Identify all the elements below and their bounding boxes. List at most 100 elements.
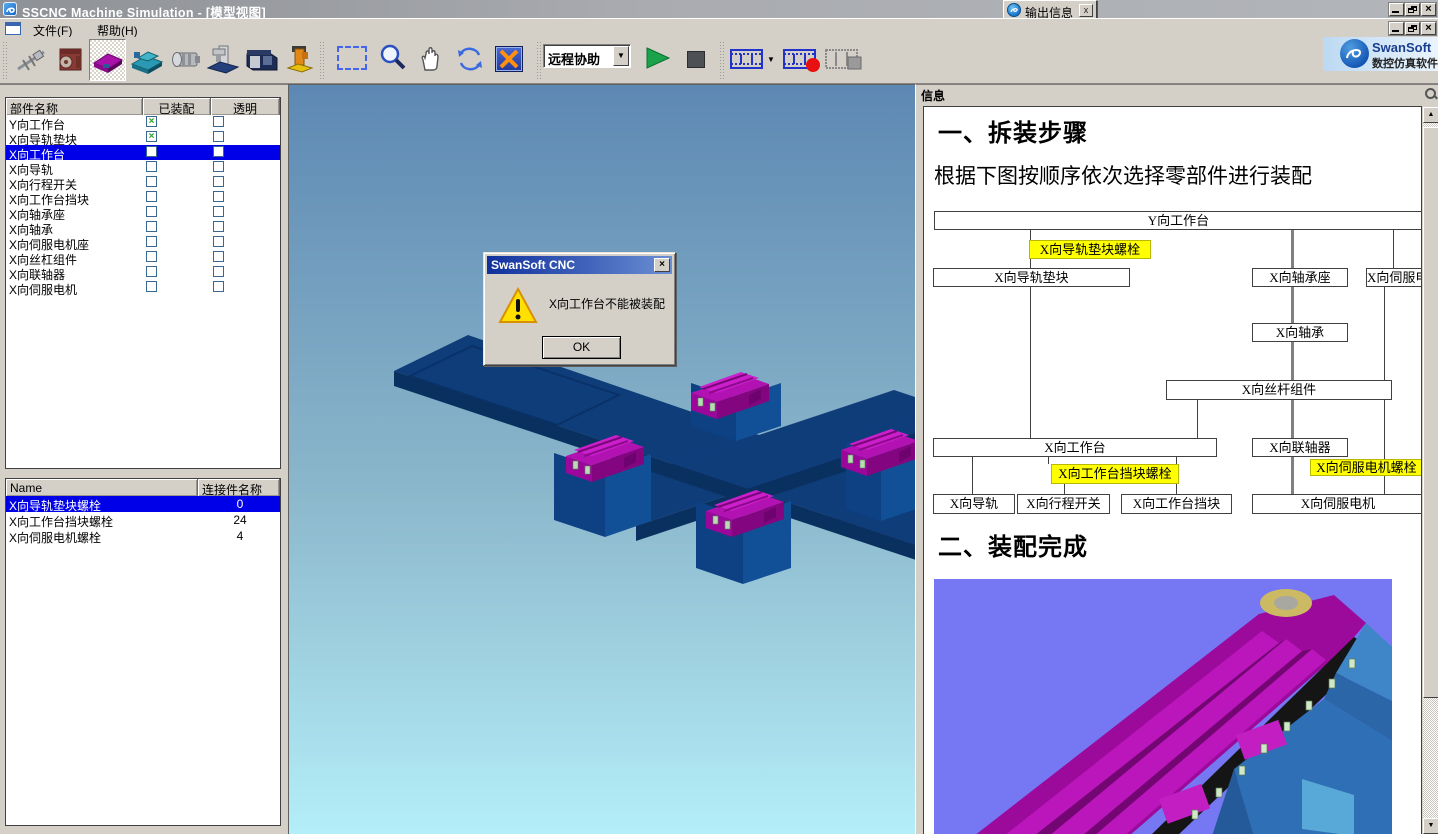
vertical-mill-icon[interactable] <box>204 41 241 79</box>
assembled-checkbox[interactable]: × <box>146 116 157 127</box>
mdi-close-button[interactable]: × <box>1421 22 1436 35</box>
parts-table-row[interactable]: X向轴承座 <box>6 205 280 220</box>
remote-assist-combo[interactable]: 远程协助 ▼ <box>543 44 631 68</box>
transparent-checkbox[interactable] <box>213 176 224 187</box>
diagram-box[interactable]: X向轴承 <box>1252 323 1348 342</box>
transparent-checkbox[interactable] <box>213 236 224 247</box>
diagram-box[interactable]: X向工作台 <box>933 438 1217 457</box>
toolbar-grip[interactable] <box>719 42 726 79</box>
fit-view-icon[interactable] <box>494 45 524 73</box>
transparent-checkbox[interactable] <box>213 116 224 127</box>
connection-row[interactable]: X向工作台挡块螺栓24 <box>6 512 280 528</box>
film-stop-icon[interactable] <box>824 47 864 73</box>
assembled-checkbox[interactable] <box>146 266 157 277</box>
diagram-box[interactable]: X向工作台挡块螺栓 <box>1051 464 1179 484</box>
diagram-box[interactable]: X向伺服电机螺栓 <box>1310 459 1422 476</box>
connection-row[interactable]: X向伺服电机螺栓4 <box>6 528 280 544</box>
pin-icon[interactable] <box>1425 88 1436 99</box>
combo-dropdown-button[interactable]: ▼ <box>613 46 629 66</box>
diagram-box[interactable]: X向行程开关 <box>1017 494 1110 514</box>
play-button[interactable] <box>644 46 672 70</box>
worktable-part-icon[interactable] <box>89 39 126 81</box>
film-play-icon[interactable] <box>729 47 765 73</box>
film-dropdown-arrow[interactable]: ▼ <box>766 54 776 64</box>
diagram-box[interactable]: X向丝杆组件 <box>1166 380 1392 400</box>
scroll-up-button[interactable]: ▲ <box>1423 107 1438 123</box>
assembled-checkbox[interactable] <box>146 206 157 217</box>
assembled-checkbox[interactable] <box>146 161 157 172</box>
transparent-checkbox[interactable] <box>213 251 224 262</box>
column-header[interactable]: Name <box>6 479 198 496</box>
parts-table-row[interactable]: X向伺服电机座 <box>6 235 280 250</box>
assembled-checkbox[interactable] <box>146 221 157 232</box>
dialog-title-bar[interactable]: SwanSoft CNC × <box>487 256 672 274</box>
gearbox-icon[interactable] <box>51 41 88 79</box>
pan-hand-icon[interactable] <box>415 42 447 74</box>
assembled-checkbox[interactable] <box>146 251 157 262</box>
column-header[interactable]: 部件名称 <box>6 98 143 115</box>
info-scrollbar[interactable]: ▲ ▼ <box>1423 107 1438 834</box>
diagram-box[interactable]: X向伺服电机 <box>1252 494 1422 514</box>
toolbar-grip[interactable] <box>536 42 543 79</box>
parts-table-row[interactable]: X向轴承 <box>6 220 280 235</box>
menu-file[interactable]: 文件(F) <box>26 21 79 36</box>
model-viewport[interactable] <box>288 84 915 834</box>
parts-table-row[interactable]: X向伺服电机 <box>6 280 280 295</box>
record-icon[interactable] <box>782 47 822 73</box>
document-icon[interactable] <box>5 22 21 35</box>
xy-table-icon[interactable] <box>128 41 165 79</box>
parts-table-row[interactable]: Y向工作台× <box>6 115 280 130</box>
column-header[interactable]: 连接件名称 <box>198 479 280 496</box>
diagram-box[interactable]: X向伺服电机座 <box>1366 268 1422 287</box>
diagram-box[interactable]: X向导轨垫块螺栓 <box>1029 240 1151 259</box>
output-info-close-button[interactable]: x <box>1079 4 1093 17</box>
column-header[interactable]: 透明 <box>211 98 280 115</box>
rotate-icon[interactable] <box>453 42 487 76</box>
transparent-checkbox[interactable] <box>213 146 224 157</box>
assembled-checkbox[interactable] <box>146 236 157 247</box>
assembled-checkbox[interactable] <box>146 281 157 292</box>
parts-table-row[interactable]: X向丝杠组件 <box>6 250 280 265</box>
select-rect-icon[interactable] <box>335 45 369 71</box>
ballscrew-icon[interactable] <box>12 41 49 79</box>
restore-button[interactable] <box>1405 3 1420 16</box>
cnc-lathe-icon[interactable] <box>243 41 280 79</box>
assembled-checkbox[interactable]: × <box>146 131 157 142</box>
diagram-box[interactable]: X向工作台挡块 <box>1121 494 1232 514</box>
transparent-checkbox[interactable] <box>213 131 224 142</box>
transparent-checkbox[interactable] <box>213 161 224 172</box>
transparent-checkbox[interactable] <box>213 281 224 292</box>
parts-table-row[interactable]: X向联轴器 <box>6 265 280 280</box>
stop-button[interactable] <box>686 49 706 69</box>
mdi-minimize-button[interactable] <box>1389 22 1404 35</box>
diagram-box[interactable]: X向轴承座 <box>1252 268 1348 287</box>
parts-table-row[interactable]: X向工作台 <box>6 145 280 160</box>
output-info-bar[interactable]: 输出信息 x <box>1003 0 1097 20</box>
menu-help[interactable]: 帮助(H) <box>90 21 145 36</box>
diagram-box[interactable]: X向联轴器 <box>1252 438 1348 457</box>
minimize-button[interactable] <box>1389 3 1404 16</box>
assembled-checkbox[interactable] <box>146 176 157 187</box>
transparent-checkbox[interactable] <box>213 266 224 277</box>
parts-table-row[interactable]: X向工作台挡块 <box>6 190 280 205</box>
assembled-checkbox[interactable] <box>146 191 157 202</box>
toolbar-grip[interactable] <box>319 42 326 79</box>
assembled-checkbox[interactable] <box>146 146 157 157</box>
diagram-box[interactable]: Y向工作台 <box>934 211 1422 230</box>
dialog-ok-button[interactable]: OK <box>542 336 621 359</box>
close-button[interactable]: × <box>1421 3 1436 16</box>
press-tool-icon[interactable] <box>281 41 318 79</box>
parts-table-row[interactable]: X向导轨垫块× <box>6 130 280 145</box>
zoom-icon[interactable] <box>377 42 409 74</box>
parts-table-row[interactable]: X向行程开关 <box>6 175 280 190</box>
connection-row[interactable]: X向导轨垫块螺栓0 <box>6 496 280 512</box>
toolbar-grip[interactable] <box>2 42 9 79</box>
mdi-restore-button[interactable] <box>1405 22 1420 35</box>
scroll-down-button[interactable]: ▼ <box>1423 818 1438 834</box>
diagram-box[interactable]: X向导轨垫块 <box>933 268 1130 287</box>
transparent-checkbox[interactable] <box>213 206 224 217</box>
spindle-icon[interactable] <box>166 41 203 79</box>
parts-table-row[interactable]: X向导轨 <box>6 160 280 175</box>
dialog-close-button[interactable]: × <box>654 258 670 272</box>
diagram-box[interactable]: X向导轨 <box>933 494 1015 514</box>
